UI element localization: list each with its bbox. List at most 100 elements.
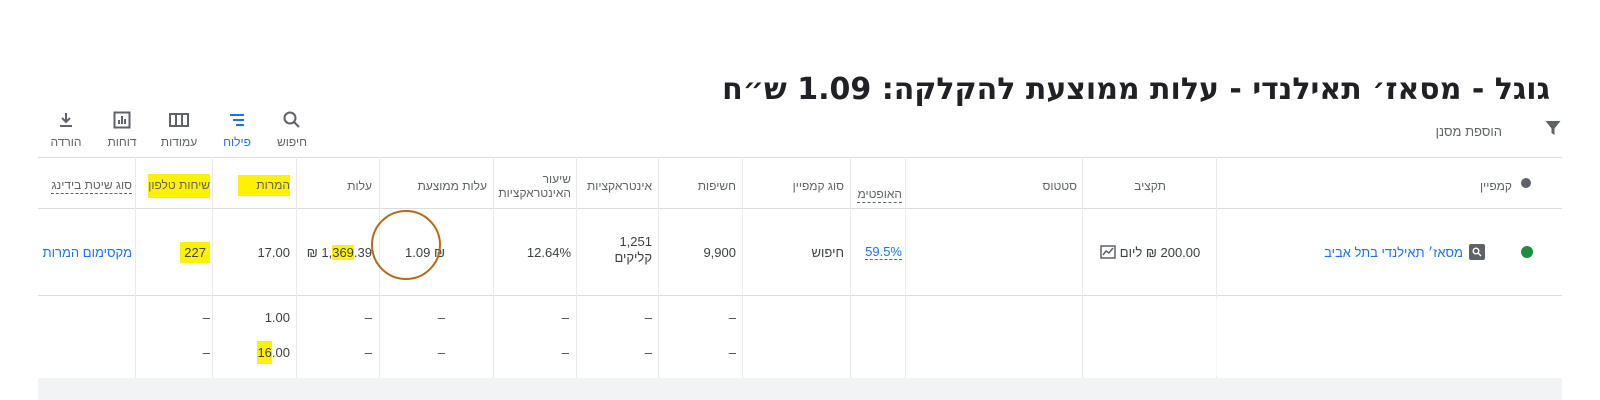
cost-highlight: 369 [332,244,354,260]
filter-button[interactable] [1544,119,1562,142]
download-icon [60,113,72,127]
columns-button[interactable]: עמודות [149,110,209,149]
totals-bar [38,378,1562,400]
subrow-conversions-highlight: 16 [257,340,272,364]
download-button[interactable]: הורדה [36,110,96,149]
header-interaction-rate-label: שיעור האינטראקציות [498,171,571,200]
col-divider [212,157,213,378]
budget-cell: 200.00 ₪ ליום [1090,240,1210,264]
cost-cell: ₪ 1,369.39 [302,240,372,264]
header-optimization[interactable]: האופטימ [857,163,902,208]
interaction-rate-value: 12.64% [526,244,571,260]
header-phone-calls[interactable]: שיחות טלפון [140,163,210,208]
header-avg-cost[interactable]: עלות ממוצעת [385,163,487,208]
campaign-subrow-faded [1216,298,1516,376]
header-top-border [38,157,1562,158]
subrow-conversions-suffix: .00 [271,344,290,360]
subrow-cost: – [302,340,372,364]
header-interactions[interactable]: אינטראקציות [582,163,652,208]
col-divider [850,157,851,378]
header-campaign-label: קמפיין [1480,178,1512,193]
reports-button[interactable]: דוחות [92,110,152,149]
subrow-impressions: – [664,340,736,364]
filter-icon [1545,121,1561,135]
subrow-phone-calls: – [140,340,210,364]
header-budget-label: תקציב [1134,178,1166,193]
header-impressions-label: חשיפות [697,178,736,193]
subrow-phone-calls: – [140,305,210,329]
subrow-value: – [437,344,445,360]
subrow-value: – [728,309,736,325]
cost-prefix: ₪ 1, [306,244,333,260]
subrow-value: – [364,309,372,325]
col-divider [493,157,494,378]
segment-label: פילוח [223,135,251,149]
subrow-value: – [202,309,210,325]
subrow-cost: – [302,305,372,329]
header-interactions-label: אינטראקציות [586,178,652,193]
subrow-interaction-rate: – [499,305,569,329]
header-phone-calls-label: שיחות טלפון [148,173,210,198]
conversions-value: 17.00 [257,244,290,260]
segment-icon [230,114,244,126]
row-border [38,295,1562,296]
cost-suffix: .39 [353,244,372,260]
trend-chart-icon[interactable] [1100,245,1116,259]
header-bid-strategy-label: סוג שיטת בידינג [51,177,132,194]
subrow-conversions-value: 16.00 [257,340,290,364]
subrow-interactions: – [582,305,652,329]
subrow-value: – [561,344,569,360]
header-cost-label: עלות [347,178,372,193]
header-optimization-label: האופטימ [857,186,902,203]
subrow-avg-cost: – [385,340,445,364]
col-divider [905,157,906,378]
header-campaign-type-label: סוג קמפיין [792,178,844,193]
header-conversions[interactable]: המרות [218,163,290,208]
search-campaign-icon [1469,244,1485,260]
page-title: גוגל - מסאז׳ תאילנדי - עלות ממוצעת להקלק… [722,72,1550,107]
search-icon [283,111,300,128]
download-label: הורדה [50,135,82,149]
header-budget[interactable]: תקציב [1090,163,1210,208]
subrow-value: – [644,344,652,360]
subrow-value: – [437,309,445,325]
status-cell-faded [910,212,1080,294]
subrow-value: – [644,309,652,325]
interactions-cell: 1,251 קליקים [582,234,652,270]
subrow-value: – [202,344,210,360]
search-button[interactable]: חיפוש [262,110,322,149]
header-campaign-type[interactable]: סוג קמפיין [748,163,844,208]
interactions-value: 1,251 [619,234,652,249]
subrow-value: – [728,344,736,360]
search-label: חיפוש [277,135,307,149]
col-divider [135,157,136,378]
columns-label: עמודות [160,135,198,149]
reports-label: דוחות [107,135,137,149]
header-bottom-border [38,208,1562,209]
optimization-score-link[interactable]: 59.5% [865,244,902,260]
segment-button[interactable]: פילוח [207,110,267,149]
header-bid-strategy[interactable]: סוג שיטת בידינג [40,163,132,208]
subrow-interaction-rate: – [499,340,569,364]
impressions-cell: 9,900 [664,240,736,264]
optimization-cell: 59.5% [857,240,902,264]
header-status[interactable]: סטטוס [912,163,1077,208]
header-interaction-rate[interactable]: שיעור האינטראקציות [498,163,571,208]
campaign-name-link[interactable]: מסאז׳ תאילנדי בתל אביב [1324,245,1463,260]
header-campaign[interactable]: קמפיין [1230,163,1512,208]
status-enabled-dot[interactable] [1521,246,1533,258]
header-cost[interactable]: עלות [302,163,372,208]
interactions-unit: קליקים [614,250,652,265]
add-filter-button[interactable]: הוספת מסנן [1436,124,1502,139]
reports-icon [113,111,131,129]
phone-calls-value: 227 [180,241,210,263]
header-conversions-label: המרות [238,175,290,196]
subrow-conversions: 1.00 [222,305,290,329]
bid-strategy-link[interactable]: מקסימום המרות [43,245,132,260]
subrow-conversions: 16.00 [222,340,290,364]
header-avg-cost-label: עלות ממוצעת [417,178,487,193]
header-impressions[interactable]: חשיפות [664,163,736,208]
campaign-type-value: חיפוש [811,244,844,260]
interaction-rate-cell: 12.64% [499,240,571,264]
header-status-label: סטטוס [1042,178,1077,193]
